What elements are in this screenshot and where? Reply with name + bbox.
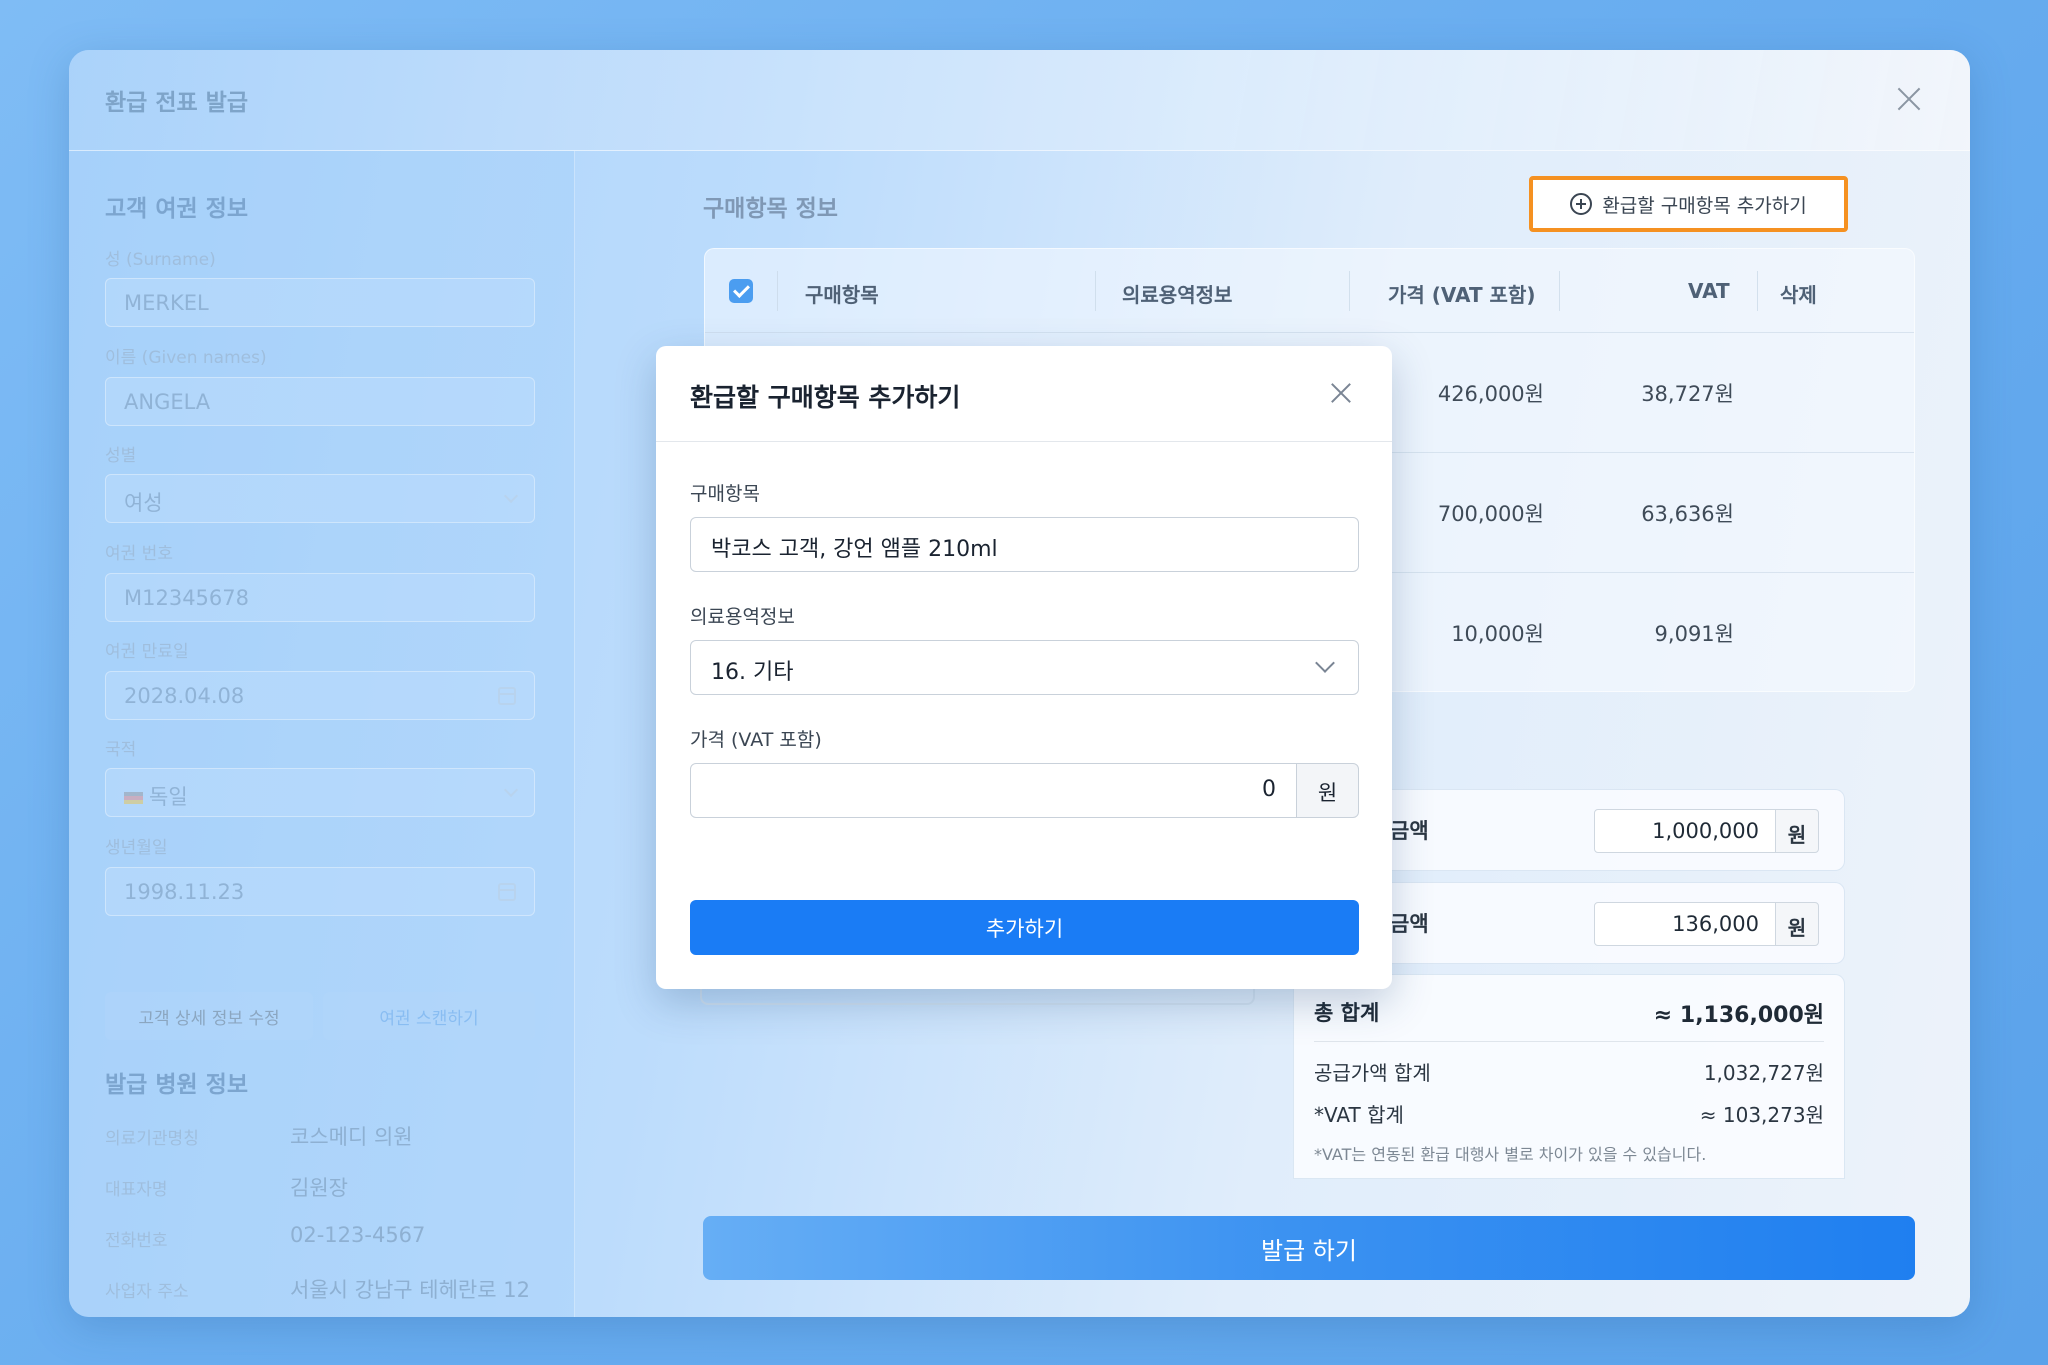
supply-label: 공급가액 합계 <box>1314 1061 1431 1085</box>
summary-unit-2: 원 <box>1775 902 1819 946</box>
vat-total-value: ≈ 103,273원 <box>1699 1103 1824 1127</box>
window-title: 환급 전표 발급 <box>105 90 248 116</box>
phone-value: 02-123-4567 <box>290 1223 426 1247</box>
passport-no-field[interactable]: M12345678 <box>105 573 535 622</box>
column-price: 가격 (VAT 포함) <box>1388 283 1536 307</box>
medical-label: 의료용역정보 <box>690 606 795 628</box>
vat-total-label: *VAT 합계 <box>1314 1103 1404 1127</box>
select-all-checkbox[interactable] <box>729 279 753 303</box>
window-header: 환급 전표 발급 <box>69 50 1970 151</box>
medical-select-value: 16. 기타 <box>711 660 794 685</box>
chevron-down-icon <box>503 488 519 504</box>
column-item: 구매항목 <box>805 283 879 307</box>
surname-value: MERKEL <box>124 291 209 315</box>
summary-row-2-label: 금액 <box>1390 912 1429 936</box>
add-item-modal: 환급할 구매항목 추가하기 구매항목 박코스 고객, 강언 앰플 210ml 의… <box>656 346 1392 989</box>
total-summary: 총 합계 ≈ 1,136,000원 공급가액 합계 1,032,727원 *VA… <box>1293 974 1845 1179</box>
hospital-name-value: 코스메디 의원 <box>290 1125 413 1149</box>
items-section-title: 구매항목 정보 <box>703 196 838 222</box>
flag-icon <box>124 792 143 804</box>
item-label: 구매항목 <box>690 483 760 505</box>
row-price: 700,000원 <box>1437 502 1544 526</box>
column-divider <box>1095 271 1096 311</box>
calendar-icon[interactable] <box>498 687 516 705</box>
scan-passport-button[interactable]: 여권 스캔하기 <box>323 992 535 1040</box>
address-value: 서울시 강남구 테헤란로 12 <box>290 1278 530 1302</box>
left-panel: 고객 여권 정보 성 (Surname) MERKEL 이름 (Given na… <box>69 151 575 1317</box>
price-input[interactable]: 0 <box>690 763 1297 818</box>
gender-label: 성별 <box>105 446 137 466</box>
row-price: 426,000원 <box>1437 382 1544 406</box>
close-icon[interactable] <box>1894 84 1924 114</box>
calendar-icon[interactable] <box>498 883 516 901</box>
add-refund-item-label: 환급할 구매항목 추가하기 <box>1602 194 1807 217</box>
birth-label: 생년월일 <box>105 838 168 858</box>
nationality-label: 국적 <box>105 740 137 760</box>
chevron-down-icon <box>503 782 519 798</box>
given-names-label: 이름 (Given names) <box>105 348 267 368</box>
column-divider <box>1559 271 1560 311</box>
column-medical: 의료용역정보 <box>1122 283 1233 307</box>
row-vat: 38,727원 <box>1641 382 1734 406</box>
expiry-value: 2028.04.08 <box>124 684 245 708</box>
total-label: 총 합계 <box>1314 1001 1380 1025</box>
representative-value: 김원장 <box>290 1176 348 1200</box>
table-header: 구매항목 의료용역정보 가격 (VAT 포함) VAT 삭제 <box>705 249 1914 333</box>
issue-button[interactable]: 발급 하기 <box>703 1216 1915 1280</box>
modal-header: 환급할 구매항목 추가하기 <box>656 346 1392 442</box>
hospital-name-label: 의료기관명칭 <box>105 1129 199 1149</box>
summary-amount-1-input[interactable]: 1,000,000 <box>1594 809 1776 853</box>
price-label: 가격 (VAT 포함) <box>690 729 822 751</box>
column-divider <box>1349 271 1350 311</box>
expiry-date-field[interactable]: 2028.04.08 <box>105 671 535 720</box>
gender-select[interactable]: 여성 <box>105 474 535 523</box>
row-vat: 9,091원 <box>1654 622 1734 646</box>
given-names-field[interactable]: ANGELA <box>105 377 535 426</box>
summary-amount-2-input[interactable]: 136,000 <box>1594 902 1776 946</box>
passport-no-value: M12345678 <box>124 586 250 610</box>
column-delete: 삭제 <box>1780 283 1817 307</box>
vat-note: *VAT는 연동된 환급 대행사 별로 차이가 있을 수 있습니다. <box>1314 1145 1707 1164</box>
birth-date-field[interactable]: 1998.11.23 <box>105 867 535 916</box>
column-divider <box>777 271 778 311</box>
passport-no-label: 여권 번호 <box>105 544 173 564</box>
supply-value: 1,032,727원 <box>1703 1061 1824 1085</box>
edit-customer-button[interactable]: 고객 상세 정보 수정 <box>105 992 313 1040</box>
summary-row-1-label: 금액 <box>1390 819 1429 843</box>
total-value: ≈ 1,136,000원 <box>1653 1003 1824 1028</box>
chevron-down-icon <box>1315 653 1335 673</box>
item-input-value: 박코스 고객, 강언 앰플 210ml <box>711 537 998 562</box>
price-unit: 원 <box>1296 763 1359 818</box>
divider <box>1314 1041 1824 1042</box>
hospital-section-title: 발급 병원 정보 <box>105 1072 248 1098</box>
medical-select[interactable]: 16. 기타 <box>690 640 1359 695</box>
passport-section-title: 고객 여권 정보 <box>105 196 248 222</box>
row-price: 10,000원 <box>1451 622 1544 646</box>
birth-value: 1998.11.23 <box>124 880 245 904</box>
surname-field[interactable]: MERKEL <box>105 278 535 327</box>
summary-unit-1: 원 <box>1775 809 1819 853</box>
given-names-value: ANGELA <box>124 390 211 414</box>
plus-circle-icon <box>1570 193 1593 215</box>
close-icon[interactable] <box>1328 380 1354 406</box>
column-divider <box>1757 271 1758 311</box>
surname-label: 성 (Surname) <box>105 250 216 270</box>
add-refund-item-button[interactable]: 환급할 구매항목 추가하기 <box>1529 176 1848 232</box>
item-input[interactable]: 박코스 고객, 강언 앰플 210ml <box>690 517 1359 572</box>
address-label: 사업자 주소 <box>105 1282 189 1302</box>
expiry-label: 여권 만료일 <box>105 642 189 662</box>
column-vat: VAT <box>1688 279 1730 303</box>
phone-label: 전화번호 <box>105 1231 168 1251</box>
nationality-value: 독일 <box>149 785 188 809</box>
row-vat: 63,636원 <box>1641 502 1734 526</box>
representative-label: 대표자명 <box>105 1180 168 1200</box>
modal-title: 환급할 구매항목 추가하기 <box>690 383 961 412</box>
add-item-submit-button[interactable]: 추가하기 <box>690 900 1359 955</box>
gender-value: 여성 <box>124 491 163 515</box>
nationality-select[interactable]: 독일 <box>105 768 535 817</box>
